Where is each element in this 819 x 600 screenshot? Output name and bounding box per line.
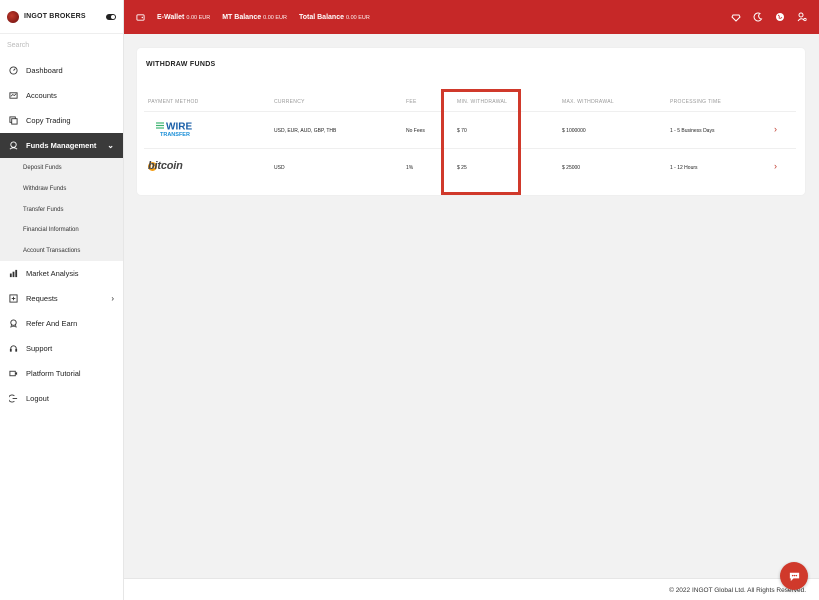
transfer-logo-text: TRANSFER <box>160 132 190 138</box>
total-value: 0.00 EUR <box>345 14 370 21</box>
moon-icon[interactable] <box>753 12 763 22</box>
chevron-right-icon[interactable]: › <box>774 161 777 171</box>
sidebar-item-refer-and-earn[interactable]: Refer And Earn <box>0 311 123 336</box>
page-title: WITHDRAW FUNDS <box>146 61 216 68</box>
submenu-transfer-funds[interactable]: Transfer Funds <box>0 199 123 220</box>
max-withdrawal-cell: $ 25000 <box>562 165 581 171</box>
bar-chart-icon <box>9 269 18 278</box>
currency-cell: USD <box>274 165 285 171</box>
submenu-withdraw-funds[interactable]: Withdraw Funds <box>0 179 123 200</box>
chat-button[interactable] <box>780 562 808 590</box>
plus-box-icon <box>9 294 18 303</box>
sidebar-item-label: Accounts <box>26 91 57 100</box>
sidebar-item-support[interactable]: Support <box>0 336 123 361</box>
ingot-logo-icon <box>7 10 19 23</box>
sidebar-item-requests[interactable]: Requests › <box>0 286 123 311</box>
logout-icon <box>9 394 18 403</box>
column-header-max-withdrawal: MAX. WITHDRAWAL <box>562 99 614 105</box>
video-icon <box>9 369 18 378</box>
wire-logo-text: WIRE <box>166 122 192 133</box>
sidebar-item-label: Dashboard <box>26 66 63 75</box>
sidebar-nav-lower: Market Analysis Requests › Refer And Ear… <box>0 261 123 411</box>
column-header-fee: FEE <box>406 99 417 105</box>
processing-time-cell: 1 - 5 Business Days <box>670 128 715 134</box>
sidebar: INGOT BROKERS Search Dashboard Accounts … <box>0 0 124 600</box>
chevron-right-icon: › <box>111 294 114 304</box>
sidebar-item-label: Funds Management <box>26 141 97 150</box>
submenu-financial-information[interactable]: Financial Information <box>0 220 123 241</box>
sidebar-item-copy-trading[interactable]: Copy Trading <box>0 108 123 133</box>
globe-icon[interactable] <box>775 12 785 22</box>
chat-bubble-icon <box>789 572 799 581</box>
bitcoin-logo-text: bitcoin <box>148 160 183 172</box>
chevron-right-icon[interactable]: › <box>774 124 777 134</box>
total-label: Total Balance <box>298 13 344 21</box>
sidebar-item-accounts[interactable]: Accounts <box>0 83 123 108</box>
column-header-currency: CURRENCY <box>274 99 305 105</box>
sidebar-item-funds-management[interactable]: Funds Management ⌄ <box>0 133 123 158</box>
sidebar-item-label: Market Analysis <box>26 269 79 279</box>
headset-icon <box>9 344 18 353</box>
max-withdrawal-cell: $ 1000000 <box>562 128 586 134</box>
brand-name: INGOT BROKERS <box>24 13 86 20</box>
total-balance: Total Balance 0.00 EUR <box>299 14 370 21</box>
sidebar-item-logout[interactable]: Logout <box>0 386 123 411</box>
ewallet-balance: E-Wallet 0.00 EUR <box>157 14 210 21</box>
mt-value: 0.00 EUR <box>263 14 287 21</box>
diamond-icon[interactable] <box>731 12 741 22</box>
award-icon <box>9 319 18 329</box>
brand-header: INGOT BROKERS <box>0 0 123 34</box>
top-icons <box>731 12 807 22</box>
mt-balance: MT Balance 0.00 EUR <box>222 14 287 21</box>
copyright-text: © 2022 INGOT Global Ltd. All Rights Rese… <box>669 587 806 594</box>
mt-label: MT Balance <box>222 13 262 21</box>
funds-submenu: Deposit Funds Withdraw Funds Transfer Fu… <box>0 158 123 262</box>
sidebar-item-label: Refer And Earn <box>26 319 78 329</box>
accounts-icon <box>9 91 18 100</box>
sidebar-item-dashboard[interactable]: Dashboard <box>0 58 123 83</box>
fee-cell: No Fees <box>406 128 425 134</box>
sidebar-item-label: Logout <box>26 394 49 404</box>
ewallet-value: 0.00 EUR <box>186 14 211 21</box>
top-bar: E-Wallet 0.00 EUR MT Balance 0.00 EUR Tota… <box>124 0 819 34</box>
column-header-payment-method: PAYMENT METHOD <box>148 99 199 105</box>
sidebar-item-label: Support <box>26 344 53 354</box>
sidebar-item-platform-tutorial[interactable]: Platform Tutorial <box>0 361 123 386</box>
processing-time-cell: 1 - 12 Hours <box>670 165 698 171</box>
user-settings-icon[interactable] <box>797 12 807 22</box>
chevron-down-icon: ⌄ <box>107 141 114 150</box>
wire-transfer-logo: WIRE TRANSFER <box>154 120 204 138</box>
fee-cell: 1% <box>406 165 414 171</box>
copy-icon <box>9 116 18 125</box>
wallet-icon <box>136 13 145 21</box>
theme-toggle[interactable] <box>106 13 116 20</box>
currency-cell: USD, EUR, AUD, GBP, THB <box>274 128 337 134</box>
submenu-account-transactions[interactable]: Account Transactions <box>0 241 123 262</box>
submenu-deposit-funds[interactable]: Deposit Funds <box>0 158 123 179</box>
sidebar-item-label: Copy Trading <box>26 116 71 125</box>
sidebar-item-label: Platform Tutorial <box>26 369 81 379</box>
ewallet-label: E-Wallet <box>157 13 185 21</box>
funds-icon <box>9 141 18 150</box>
sidebar-item-label: Requests <box>26 294 58 304</box>
search-input[interactable]: Search <box>0 34 123 58</box>
min-withdrawal-highlight-box <box>441 89 521 195</box>
footer: © 2022 INGOT Global Ltd. All Rights Rese… <box>124 578 819 600</box>
sidebar-item-market-analysis[interactable]: Market Analysis <box>0 261 123 286</box>
column-header-processing-time: PROCESSING TIME <box>670 99 722 105</box>
dashboard-icon <box>9 66 18 75</box>
bitcoin-logo: ₿ bitcoin <box>148 159 208 173</box>
sidebar-nav: Dashboard Accounts Copy Trading Funds Ma… <box>0 58 123 158</box>
